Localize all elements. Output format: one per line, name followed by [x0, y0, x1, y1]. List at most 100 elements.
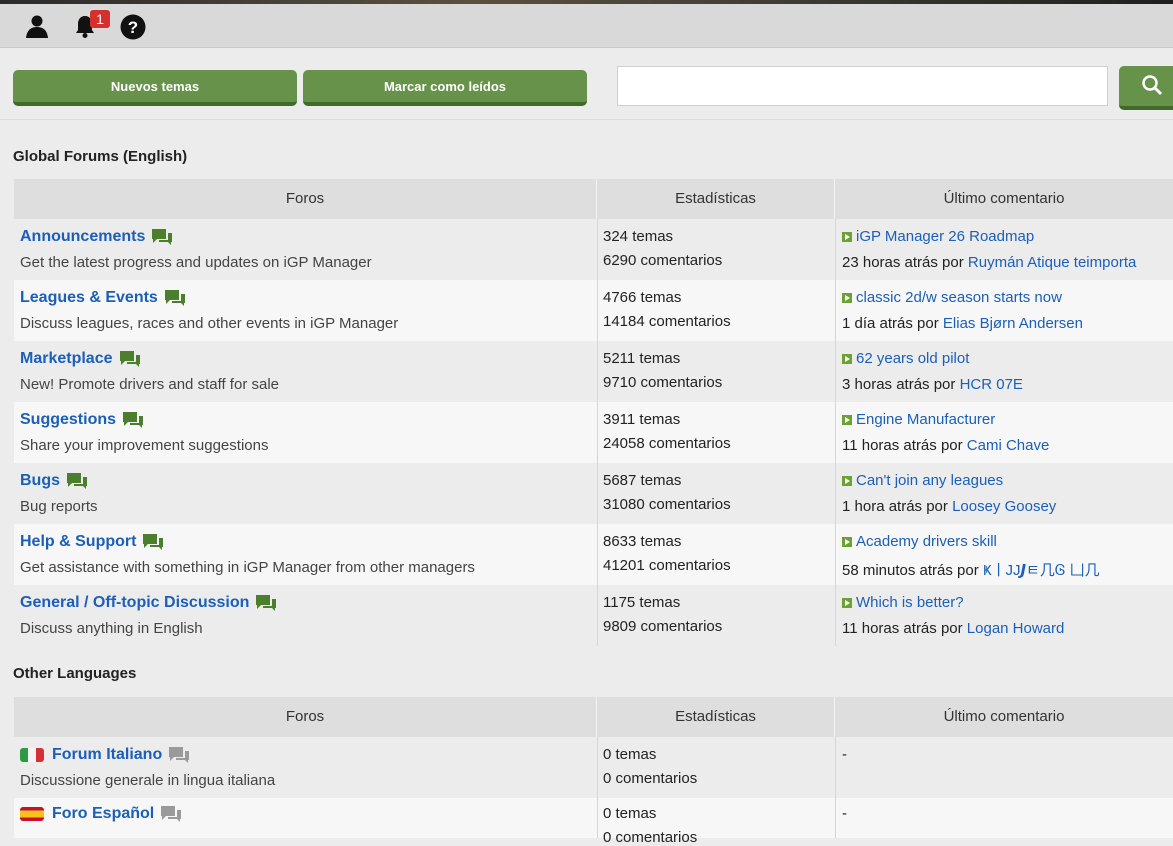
last-time: 1 hora atrás por	[842, 498, 953, 515]
svg-text:?: ?	[128, 18, 138, 37]
forum-row-marketplace[interactable]: Marketplace New! Promote drivers and staf…	[14, 341, 1173, 402]
spain-flag-icon	[20, 807, 44, 821]
forum-title[interactable]: Announcements	[20, 228, 145, 245]
chat-icon	[143, 534, 164, 550]
header-last-comment: Último comentario	[943, 708, 1065, 725]
last-user-link[interactable]: Ruymán Atique teimporta	[968, 254, 1136, 271]
comment-count: 41201 comentarios	[603, 557, 731, 574]
last-topic-link[interactable]: classic 2d/w season starts now	[856, 289, 1062, 306]
chat-icon	[67, 473, 87, 489]
chat-icon	[256, 595, 277, 611]
table-header: Foros Estadísticas Último comentario	[14, 697, 1173, 737]
forum-title[interactable]: Foro Español	[52, 805, 154, 822]
forum-index: Global Forums (English) Foros Estadístic…	[0, 119, 1173, 846]
last-comment-empty: -	[842, 805, 847, 822]
forum-title[interactable]: Marketplace	[20, 350, 113, 367]
last-user-link[interactable]: ҜㅣJJ𝙅ㅌ几Ꮆ 凵几	[983, 562, 1100, 579]
topic-count: 5687 temas	[603, 472, 682, 489]
forum-title[interactable]: Help & Support	[20, 533, 136, 550]
forum-row-suggestions[interactable]: Suggestions Share your improvement sugges…	[14, 402, 1173, 463]
forum-title[interactable]: Forum Italiano	[52, 746, 162, 763]
search-button[interactable]	[1119, 66, 1173, 110]
search-icon	[1142, 75, 1163, 96]
header-forums: Foros	[285, 708, 325, 725]
topic-count: 4766 temas	[603, 289, 682, 306]
forum-description: Get assistance with something in iGP Man…	[20, 559, 475, 576]
chat-icon	[123, 412, 144, 428]
chat-icon	[152, 229, 173, 245]
goto-icon	[842, 597, 852, 608]
last-time: 23 horas atrás por	[842, 254, 968, 271]
search-input[interactable]	[617, 66, 1108, 106]
topic-count: 324 temas	[603, 228, 674, 245]
new-topics-button[interactable]: Nuevos temas	[13, 70, 297, 106]
chat-icon	[161, 806, 182, 822]
action-bar: Nuevos temas Marcar como leídos	[0, 48, 1173, 118]
forum-row-bugs[interactable]: Bugs Bug reports 5687 temas 31080 comentar…	[14, 463, 1173, 524]
comment-count: 24058 comentarios	[603, 435, 731, 452]
comment-count: 9809 comentarios	[603, 618, 723, 635]
goto-icon	[842, 353, 852, 364]
notification-badge: 1	[90, 10, 110, 28]
topic-count: 0 temas	[603, 805, 657, 822]
header-stats: Estadísticas	[675, 190, 756, 207]
forum-title[interactable]: Bugs	[20, 472, 60, 489]
header-last-comment: Último comentario	[943, 190, 1065, 207]
forum-description: Discuss leagues, races and other events …	[20, 315, 399, 332]
top-bar: 1 ?	[0, 4, 1173, 48]
italy-flag-icon	[20, 748, 44, 762]
last-topic-link[interactable]: Engine Manufacturer	[856, 411, 995, 428]
forum-title[interactable]: General / Off-topic Discussion	[20, 594, 249, 611]
comment-count: 9710 comentarios	[603, 374, 723, 391]
forum-row-general[interactable]: General / Off-topic Discussion Discuss an…	[14, 585, 1173, 646]
header-stats: Estadísticas	[675, 708, 756, 725]
last-time: 11 horas atrás por	[842, 620, 967, 637]
mark-read-button[interactable]: Marcar como leídos	[303, 70, 587, 106]
last-time: 11 horas atrás por	[842, 437, 967, 454]
goto-icon	[842, 292, 852, 303]
goto-icon	[842, 231, 852, 242]
chat-icon	[169, 747, 190, 763]
forum-row-leagues[interactable]: Leagues & Events Discuss leagues, races a…	[14, 280, 1173, 341]
last-user-link[interactable]: Loosey Goosey	[952, 498, 1056, 515]
forum-row-help-support[interactable]: Help & Support Get assistance with someth…	[14, 524, 1173, 585]
forum-row-announcements[interactable]: Announcements Get the latest progress and…	[14, 219, 1173, 280]
last-user-link[interactable]: Cami Chave	[967, 437, 1050, 454]
forum-row-espanol[interactable]: Foro Español 0 temas 0 comentarios -	[14, 798, 1173, 846]
topic-count: 5211 temas	[603, 350, 681, 367]
comment-count: 0 comentarios	[603, 770, 698, 787]
last-user-link[interactable]: Logan Howard	[967, 620, 1065, 637]
last-user-link[interactable]: Elias Bjørn Andersen	[943, 315, 1083, 332]
forum-description: New! Promote drivers and staff for sale	[20, 376, 279, 393]
last-topic-link[interactable]: Can't join any leagues	[856, 472, 1003, 489]
goto-icon	[842, 475, 852, 486]
forum-description: Discuss anything in English	[20, 620, 203, 637]
last-time: 1 día atrás por	[842, 315, 943, 332]
comment-count: 6290 comentarios	[603, 252, 723, 269]
last-topic-link[interactable]: 62 years old pilot	[856, 350, 969, 367]
forum-title[interactable]: Suggestions	[20, 411, 116, 428]
comment-count: 31080 comentarios	[603, 496, 731, 513]
chat-icon	[164, 290, 185, 306]
topic-count: 1175 temas	[603, 594, 681, 611]
goto-icon	[842, 536, 852, 547]
last-time: 3 horas atrás por	[842, 376, 960, 393]
user-icon[interactable]	[25, 14, 49, 38]
forum-title[interactable]: Leagues & Events	[20, 289, 158, 306]
last-topic-link[interactable]: Which is better?	[856, 594, 964, 611]
topic-count: 8633 temas	[603, 533, 682, 550]
forum-description: Bug reports	[20, 498, 98, 515]
help-icon[interactable]: ?	[120, 14, 146, 40]
last-comment-empty: -	[842, 746, 847, 763]
last-topic-link[interactable]: Academy drivers skill	[856, 533, 997, 550]
topic-count: 3911 temas	[603, 411, 681, 428]
header-forums: Foros	[285, 190, 325, 207]
last-topic-link[interactable]: iGP Manager 26 Roadmap	[856, 228, 1034, 245]
last-time: 58 minutos atrás por	[842, 562, 983, 579]
goto-icon	[842, 414, 852, 425]
topic-count: 0 temas	[603, 746, 657, 763]
last-user-link[interactable]: HCR 07E	[960, 376, 1023, 393]
comment-count: 14184 comentarios	[603, 313, 731, 330]
forum-row-italiano[interactable]: Forum Italiano Discussione generale in li…	[14, 737, 1173, 798]
forum-description: Share your improvement suggestions	[20, 437, 269, 454]
